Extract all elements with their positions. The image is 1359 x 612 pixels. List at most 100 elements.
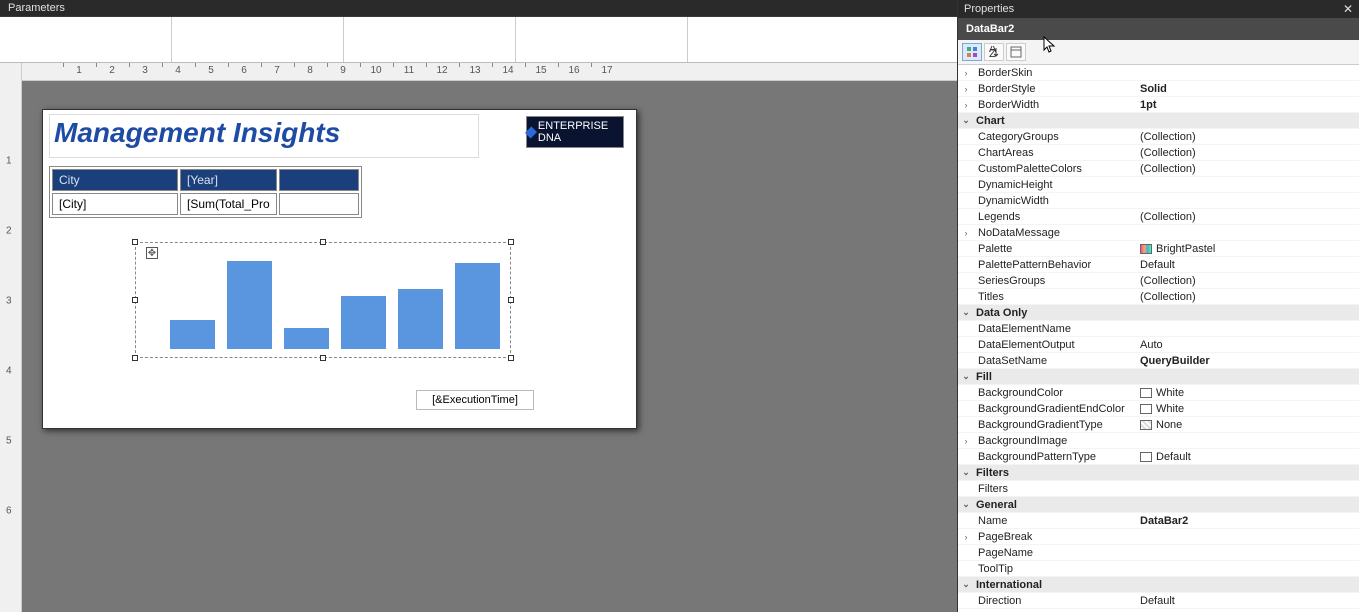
move-handle-icon[interactable]: ✥ (146, 247, 158, 259)
property-row[interactable]: ›BorderSkin (958, 65, 1359, 81)
resize-handle[interactable] (508, 297, 514, 303)
resize-handle[interactable] (320, 355, 326, 361)
property-row[interactable]: Titles(Collection) (958, 289, 1359, 305)
param-cell[interactable] (344, 17, 516, 62)
expand-icon[interactable]: ⌄ (958, 499, 974, 510)
property-value[interactable]: BrightPastel (1140, 243, 1359, 255)
param-cell[interactable] (516, 17, 688, 62)
property-row[interactable]: PageName (958, 545, 1359, 561)
logo-image[interactable]: ENTERPRISE DNA (526, 116, 624, 148)
resize-handle[interactable] (132, 355, 138, 361)
property-row[interactable]: DataSetNameQueryBuilder (958, 353, 1359, 369)
property-name: BackgroundImage (974, 435, 1140, 447)
property-name: PageBreak (974, 531, 1140, 543)
property-category[interactable]: ⌄International (958, 577, 1359, 593)
property-value[interactable]: QueryBuilder (1140, 355, 1359, 367)
property-category[interactable]: ⌄Filters (958, 465, 1359, 481)
expand-icon[interactable]: › (958, 68, 974, 78)
property-row[interactable]: DataElementOutputAuto (958, 337, 1359, 353)
property-value[interactable]: White (1140, 387, 1359, 399)
property-row[interactable]: BackgroundGradientEndColorWhite (958, 401, 1359, 417)
property-row[interactable]: ›BorderWidth1pt (958, 97, 1359, 113)
categorized-view-button[interactable] (962, 43, 982, 61)
report-title-textbox[interactable]: Management Insights (49, 114, 479, 158)
expand-icon[interactable]: ⌄ (958, 579, 974, 590)
property-value[interactable]: Solid (1140, 83, 1359, 95)
properties-object-name[interactable]: DataBar2 (958, 18, 1359, 40)
tablix-cell-empty[interactable] (279, 193, 359, 215)
expand-icon[interactable]: ⌄ (958, 371, 974, 382)
expand-icon[interactable]: ⌄ (958, 115, 974, 126)
property-row[interactable]: ›NoDataMessage (958, 225, 1359, 241)
property-category[interactable]: ⌄Fill (958, 369, 1359, 385)
parameters-panel-title: Parameters (0, 0, 957, 17)
property-row[interactable]: NameDataBar2 (958, 513, 1359, 529)
report-design-surface[interactable]: Management Insights ENTERPRISE DNA City … (42, 109, 637, 429)
property-value[interactable]: White (1140, 403, 1359, 415)
properties-grid[interactable]: ›BorderSkin›BorderStyleSolid›BorderWidth… (958, 65, 1359, 612)
property-row[interactable]: ›PageBreak (958, 529, 1359, 545)
property-value[interactable]: (Collection) (1140, 147, 1359, 159)
execution-time-textbox[interactable]: [&ExecutionTime] (416, 390, 534, 410)
property-row[interactable]: SeriesGroups(Collection) (958, 273, 1359, 289)
tablix-cell-city[interactable]: [City] (52, 193, 178, 215)
property-value[interactable]: (Collection) (1140, 131, 1359, 143)
property-row[interactable]: CategoryGroups(Collection) (958, 129, 1359, 145)
tablix-header-empty[interactable] (279, 169, 359, 191)
tablix[interactable]: City [Year] [City] [Sum(Total_Pro (49, 166, 362, 218)
property-row[interactable]: DynamicWidth (958, 193, 1359, 209)
alphabetical-view-button[interactable]: AZ (984, 43, 1004, 61)
property-row[interactable]: CustomPaletteColors(Collection) (958, 161, 1359, 177)
property-value[interactable]: (Collection) (1140, 211, 1359, 223)
property-value[interactable]: (Collection) (1140, 275, 1359, 287)
expand-icon[interactable]: ⌄ (958, 467, 974, 478)
property-row[interactable]: BackgroundGradientTypeNone (958, 417, 1359, 433)
param-cell[interactable] (172, 17, 344, 62)
param-cell[interactable] (0, 17, 172, 62)
property-value[interactable]: (Collection) (1140, 163, 1359, 175)
resize-handle[interactable] (320, 239, 326, 245)
property-name: Filters (974, 467, 1140, 479)
property-value[interactable]: Auto (1140, 339, 1359, 351)
property-row[interactable]: ToolTip (958, 561, 1359, 577)
chart-databar-selected[interactable]: ✥ (135, 242, 511, 358)
resize-handle[interactable] (132, 297, 138, 303)
property-row[interactable]: DataElementName (958, 321, 1359, 337)
property-row[interactable]: ›BackgroundImage (958, 433, 1359, 449)
property-row[interactable]: Filters (958, 481, 1359, 497)
property-row[interactable]: PaletteBrightPastel (958, 241, 1359, 257)
resize-handle[interactable] (508, 355, 514, 361)
property-value[interactable]: None (1140, 419, 1359, 431)
resize-handle[interactable] (132, 239, 138, 245)
property-category[interactable]: ⌄Data Only (958, 305, 1359, 321)
tablix-cell-sum[interactable]: [Sum(Total_Pro (180, 193, 277, 215)
expand-icon[interactable]: › (958, 100, 974, 110)
property-row[interactable]: ›BorderStyleSolid (958, 81, 1359, 97)
expand-icon[interactable]: › (958, 532, 974, 542)
property-value[interactable]: Default (1140, 259, 1359, 271)
property-pages-button[interactable] (1006, 43, 1026, 61)
property-row[interactable]: BackgroundPatternTypeDefault (958, 449, 1359, 465)
property-row[interactable]: ChartAreas(Collection) (958, 145, 1359, 161)
logo-text: ENTERPRISE DNA (538, 120, 623, 144)
expand-icon[interactable]: › (958, 228, 974, 238)
property-row[interactable]: Legends(Collection) (958, 209, 1359, 225)
expand-icon[interactable]: ⌄ (958, 307, 974, 318)
property-row[interactable]: DynamicHeight (958, 177, 1359, 193)
property-category[interactable]: ⌄Chart (958, 113, 1359, 129)
expand-icon[interactable]: › (958, 436, 974, 446)
property-value[interactable]: Default (1140, 451, 1359, 463)
tablix-header-city[interactable]: City (52, 169, 178, 191)
property-category[interactable]: ⌄General (958, 497, 1359, 513)
property-row[interactable]: DirectionDefault (958, 593, 1359, 609)
property-value[interactable]: DataBar2 (1140, 515, 1359, 527)
resize-handle[interactable] (508, 239, 514, 245)
property-value[interactable]: (Collection) (1140, 291, 1359, 303)
property-row[interactable]: PalettePatternBehaviorDefault (958, 257, 1359, 273)
property-row[interactable]: BackgroundColorWhite (958, 385, 1359, 401)
property-value[interactable]: 1pt (1140, 99, 1359, 111)
property-value[interactable]: Default (1140, 595, 1359, 607)
close-icon[interactable]: ✕ (1343, 2, 1353, 16)
tablix-header-year[interactable]: [Year] (180, 169, 277, 191)
expand-icon[interactable]: › (958, 84, 974, 94)
